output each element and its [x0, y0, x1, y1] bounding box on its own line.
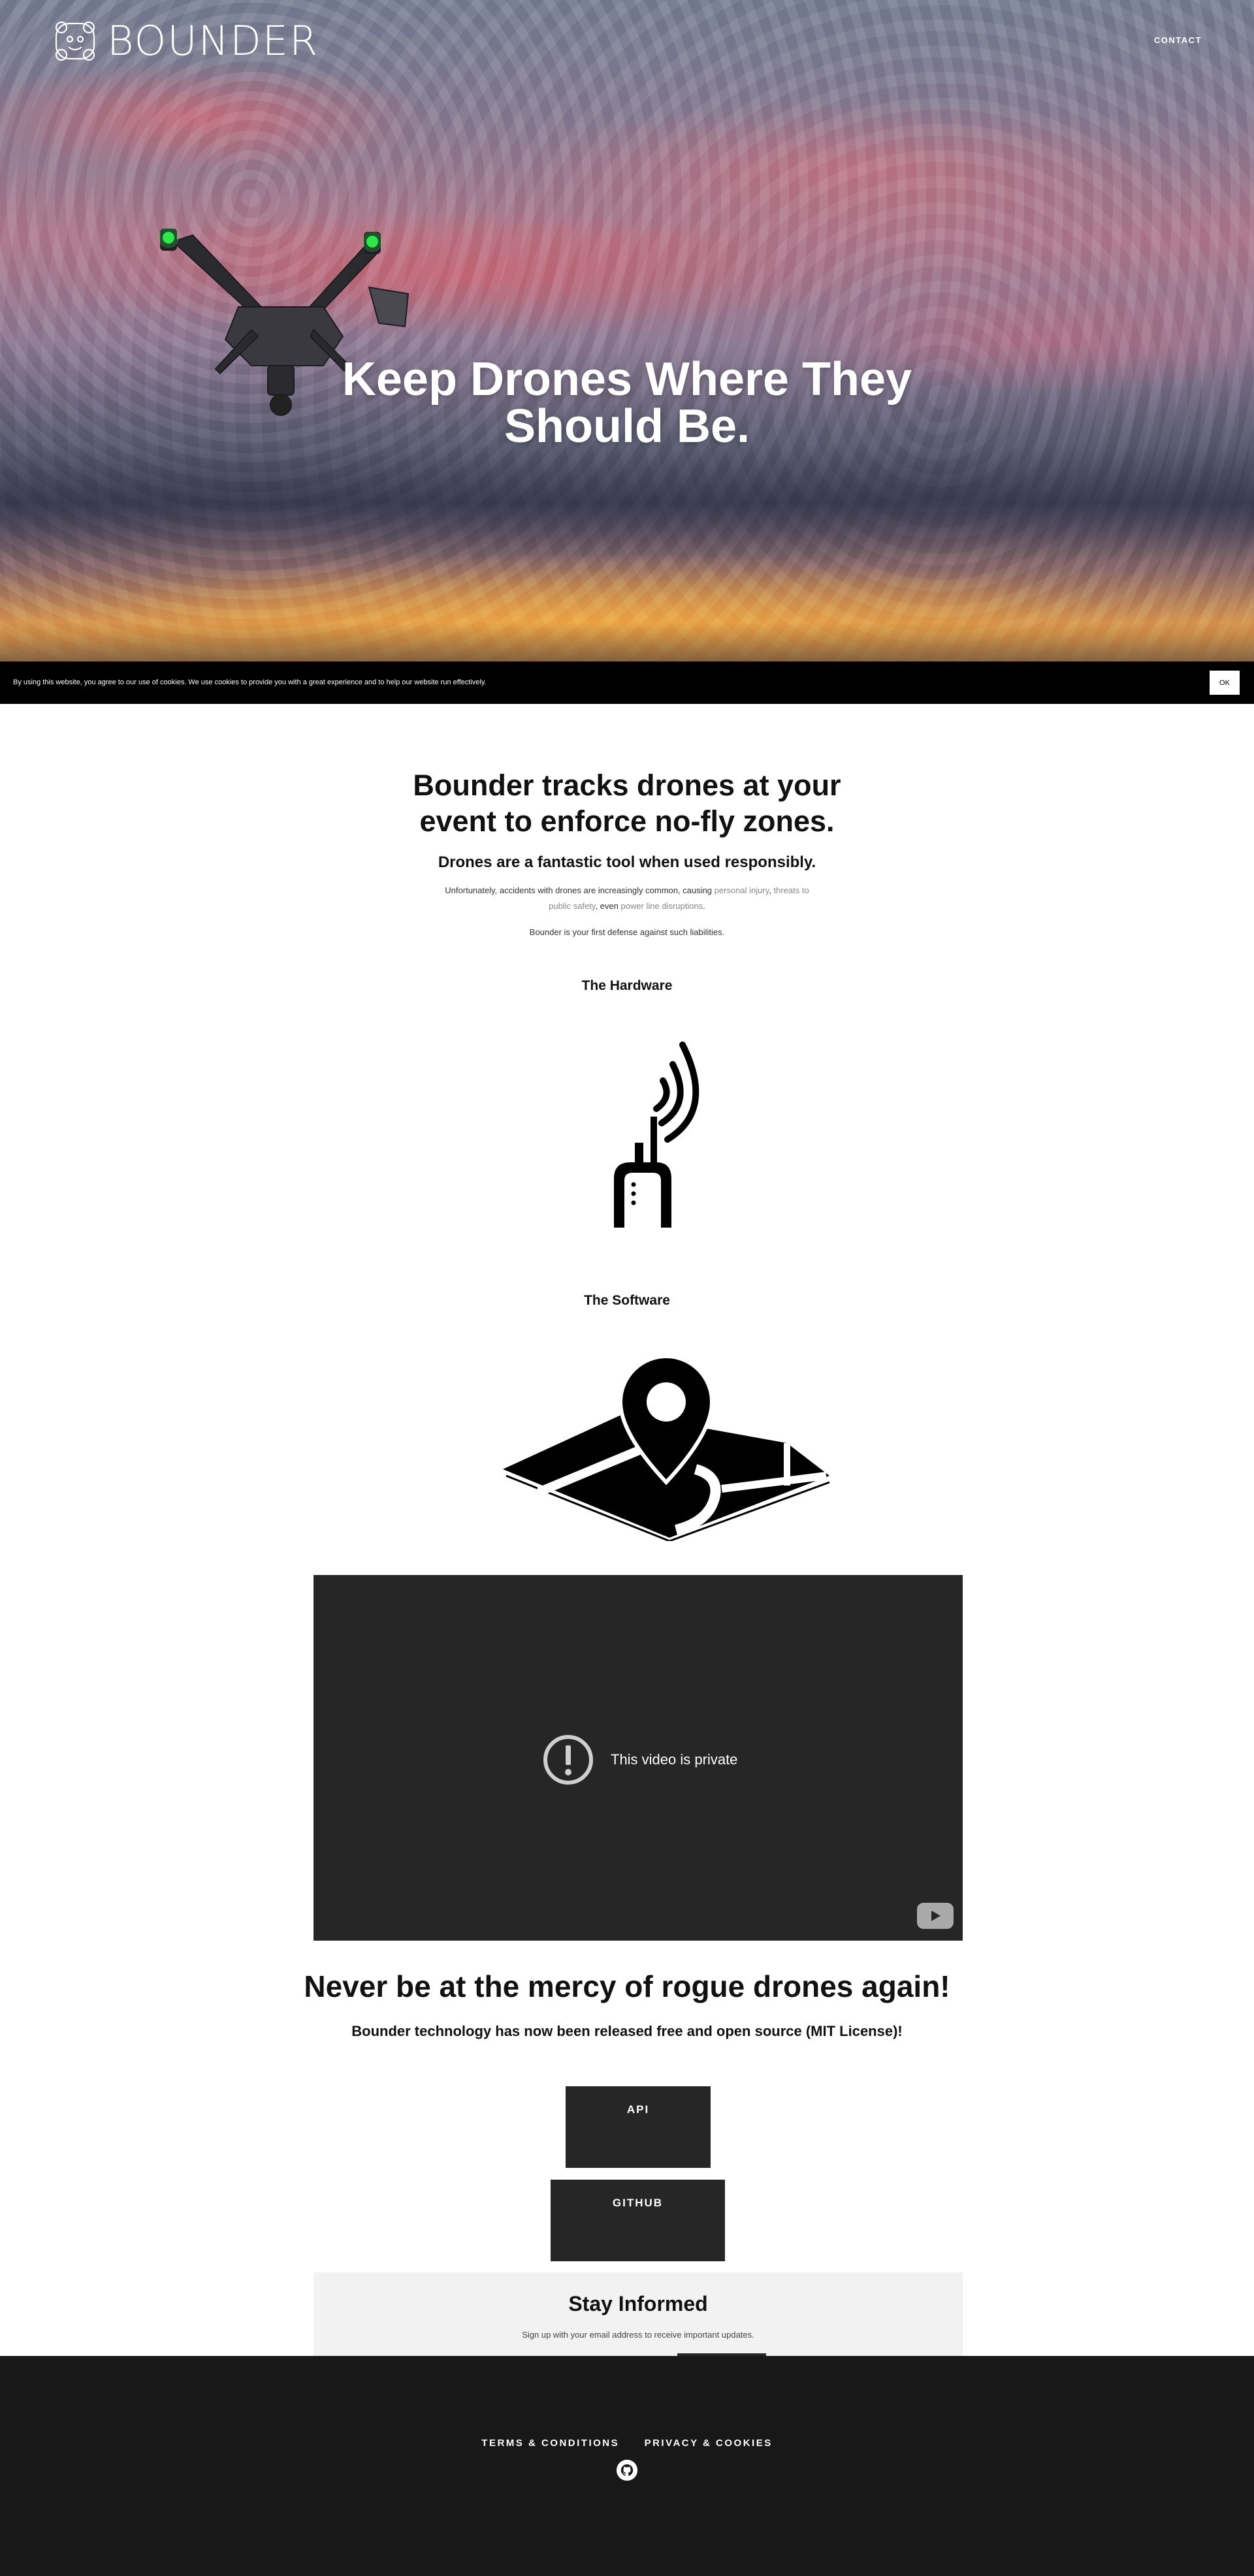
link-power-line-disruptions[interactable]: power line disruptions [620, 901, 703, 911]
newsletter-title: Stay Informed [568, 2292, 708, 2315]
cookie-ok-button[interactable]: OK [1210, 671, 1240, 695]
api-button[interactable]: API [566, 2086, 711, 2168]
intro-heading: Bounder tracks drones at your event to e… [0, 767, 1254, 839]
hero-section: BOUNDER CONTACT Keep Drones Where They S… [0, 0, 1254, 661]
intro-subheading: Drones are a fantastic tool when used re… [438, 853, 816, 871]
logo-link[interactable]: BOUNDER [52, 17, 319, 65]
link-public-safety-part-1[interactable]: threats to [773, 885, 809, 895]
cta-heading: Never be at the mercy of rogue drones ag… [304, 1969, 950, 2003]
brand-name: BOUNDER [107, 17, 319, 65]
link-personal-injury[interactable]: personal injury [715, 885, 769, 895]
hero-title-line-2: Should Be. [504, 400, 750, 453]
hardware-heading: The Hardware [581, 978, 673, 993]
radio-transmitter-icon [614, 1042, 699, 1228]
youtube-icon[interactable] [917, 1903, 954, 1929]
drone-face-logo-icon [55, 21, 95, 61]
cta-subheading: Bounder technology has now been released… [351, 2023, 903, 2039]
github-icon [617, 2460, 637, 2481]
intro-heading-line-1: Bounder tracks drones at your [413, 769, 841, 802]
intro-sep-2: , even [595, 901, 621, 911]
map-pin-icon [503, 1355, 830, 1541]
intro-paragraph: Unfortunately, accidents with drones are… [0, 883, 1254, 914]
link-public-safety-part-2[interactable]: public safety [549, 901, 595, 911]
footer-privacy-link[interactable]: PRIVACY & COOKIES [645, 2438, 773, 2449]
hero-title: Keep Drones Where They Should Be. [300, 356, 954, 450]
intro-defense-text: Bounder is your first defense against su… [529, 927, 725, 937]
video-private-message: This video is private [611, 1751, 738, 1768]
software-heading: The Software [584, 1293, 670, 1308]
footer: TERMS & CONDITIONS PRIVACY & COOKIES [0, 2356, 1254, 2576]
intro-body-prefix: Unfortunately, accidents with drones are… [445, 885, 715, 895]
newsletter-text: Sign up with your email address to recei… [522, 2330, 754, 2340]
nav-contact-link[interactable]: CONTACT [1154, 35, 1202, 45]
alert-circle-icon [543, 1735, 593, 1785]
footer-terms-link[interactable]: TERMS & CONDITIONS [481, 2438, 619, 2449]
footer-links: TERMS & CONDITIONS PRIVACY & COOKIES [0, 2438, 1254, 2449]
hero-horizon [0, 622, 1254, 661]
cookie-message: By using this website, you agree to our … [13, 678, 487, 686]
github-social-link[interactable] [617, 2460, 637, 2481]
intro-body-suffix: . [703, 901, 705, 911]
hero-title-line-1: Keep Drones Where They [342, 353, 912, 405]
newsletter-block: Stay Informed Sign up with your email ad… [314, 2272, 963, 2356]
hero-cloud-band [0, 444, 1254, 562]
intro-heading-line-2: event to enforce no-fly zones. [419, 804, 835, 838]
cookie-banner: By using this website, you agree to our … [0, 661, 1254, 704]
github-button[interactable]: GITHUB [551, 2180, 725, 2261]
video-embed[interactable]: This video is private [314, 1575, 963, 1941]
